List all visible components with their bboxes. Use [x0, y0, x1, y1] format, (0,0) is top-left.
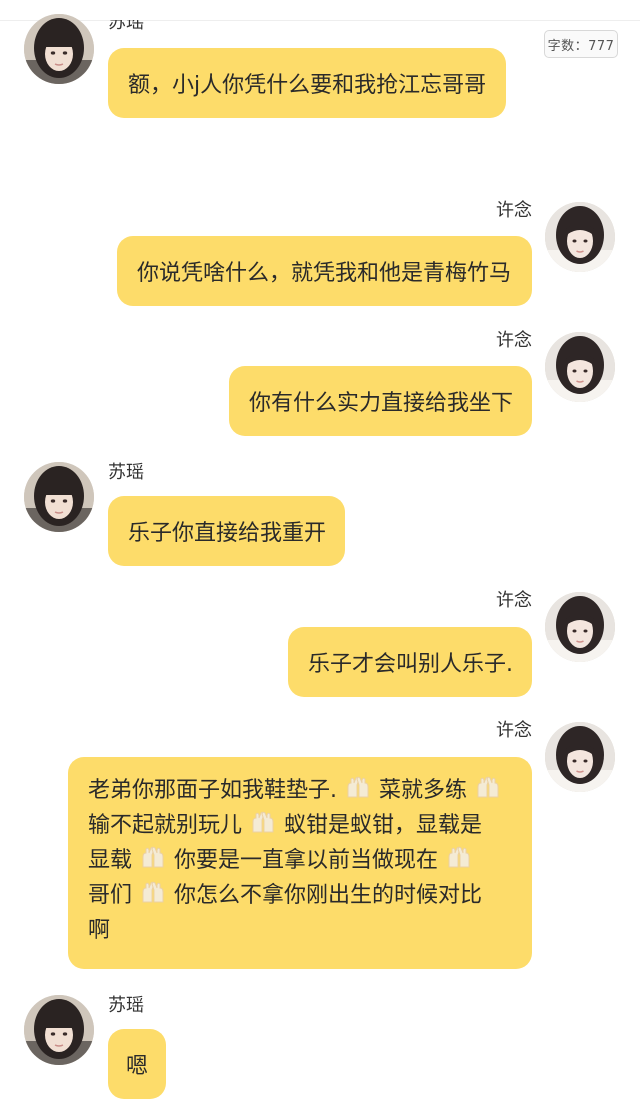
avatar[interactable] — [545, 332, 615, 402]
message-bubble: 老弟你那面子如我鞋垫子. 菜就多练 输不起就别玩儿 蚁钳是蚁钳，显载是 显载 你要是一… — [68, 757, 532, 969]
sender-name: 许念 — [496, 200, 532, 221]
clapping-hands-icon — [137, 880, 169, 906]
clapping-hands-icon — [137, 845, 169, 871]
clapping-hands-icon — [472, 775, 504, 801]
sender-name: 许念 — [496, 590, 532, 611]
avatar[interactable] — [24, 462, 94, 532]
clapping-hands-icon — [443, 845, 475, 871]
message-text: 哥们 — [88, 883, 133, 908]
message-text: 你怎么不拿你刚出生的时候对比 — [174, 883, 483, 908]
message-text: 菜就多练 — [379, 778, 468, 803]
top-divider — [0, 20, 640, 21]
message-bubble: 乐子你直接给我重开 — [108, 496, 345, 566]
message-bubble: 你说凭啥什么，就凭我和他是青梅竹马 — [117, 236, 532, 306]
clapping-hands-icon — [342, 775, 374, 801]
message-text: 显载 — [88, 848, 133, 873]
avatar[interactable] — [24, 14, 94, 84]
avatar[interactable] — [545, 722, 615, 792]
avatar[interactable] — [545, 202, 615, 272]
message-bubble: 嗯 — [108, 1029, 166, 1099]
avatar[interactable] — [24, 995, 94, 1065]
sender-name: 苏瑶 — [108, 462, 144, 483]
sender-name: 苏瑶 — [108, 995, 144, 1016]
sender-name: 许念 — [496, 720, 532, 741]
message-text: 啊 — [88, 918, 111, 943]
sender-name: 苏瑶 — [108, 12, 144, 33]
message-bubble: 额，小j人你凭什么要和我抢江忘哥哥 — [108, 48, 506, 118]
message-bubble: 你有什么实力直接给我坐下 — [229, 366, 532, 436]
message-bubble: 乐子才会叫别人乐子. — [288, 627, 532, 697]
sender-name: 许念 — [496, 330, 532, 351]
clapping-hands-icon — [247, 810, 279, 836]
message-text: 输不起就别玩儿 — [88, 813, 243, 838]
message-text: 蚁钳是蚁钳，显载是 — [284, 813, 483, 838]
word-count-badge: 字数：777 — [544, 30, 618, 58]
avatar[interactable] — [545, 592, 615, 662]
message-text: 老弟你那面子如我鞋垫子. — [88, 778, 337, 803]
message-text: 你要是一直拿以前当做现在 — [174, 848, 439, 873]
